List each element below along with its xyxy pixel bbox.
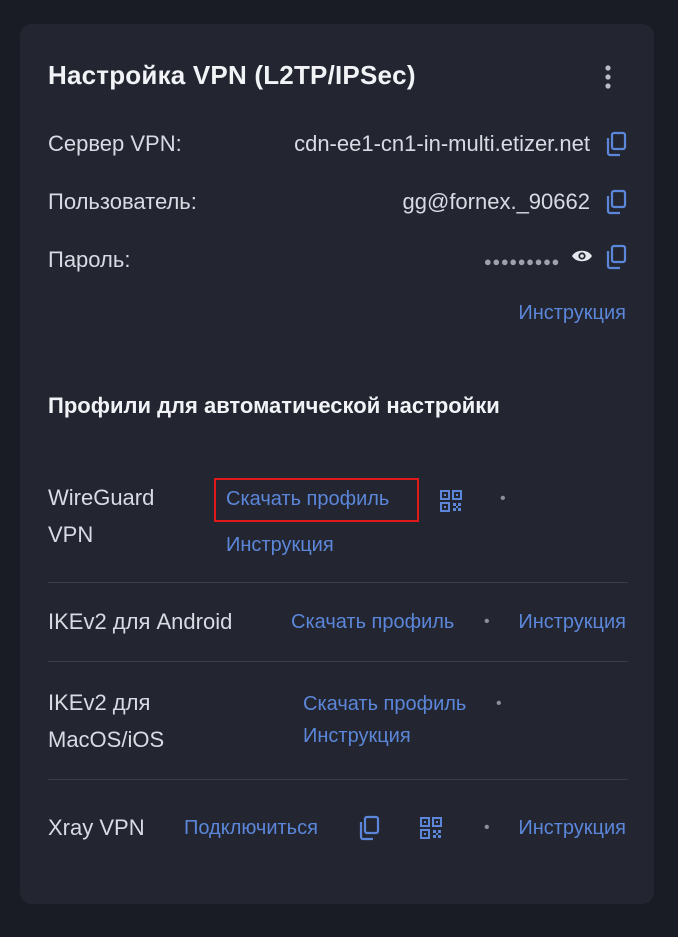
wireguard-instruction-link[interactable]: Инструкция	[226, 534, 334, 557]
divider	[48, 582, 628, 583]
wireguard-download-link[interactable]: Скачать профиль	[226, 488, 389, 511]
qr-code-icon[interactable]	[440, 490, 462, 512]
separator-dot: •	[484, 819, 490, 836]
xray-instruction-link[interactable]: Инструкция	[518, 817, 626, 840]
server-value: cdn-ee1-cn1-in-multi.etizer.net	[294, 131, 590, 156]
ikev2-macos-download-link[interactable]: Скачать профиль	[303, 693, 466, 716]
wireguard-name-line1: WireGuard	[48, 485, 155, 510]
copy-icon[interactable]	[604, 131, 628, 157]
ikev2-android-instruction-link[interactable]: Инструкция	[518, 611, 626, 634]
user-value: gg@fornex._90662	[402, 189, 590, 214]
copy-icon[interactable]	[604, 244, 628, 270]
divider	[48, 661, 628, 662]
ikev2-macos-name-line2: MacOS/iOS	[48, 727, 165, 752]
profiles-heading: Профили для автоматической настройки	[48, 393, 500, 418]
ikev2-android-name: IKEv2 для Android	[48, 609, 233, 634]
xray-connect-link[interactable]: Подключиться	[184, 817, 318, 840]
vpn-settings-card: Настройка VPN (L2TP/IPSec) Сервер VPN: c…	[20, 24, 654, 904]
password-value: ●●●●●●●●●	[483, 254, 560, 269]
separator-dot: •	[484, 613, 490, 630]
user-label: Пользователь:	[48, 189, 197, 214]
ikev2-macos-instruction-link[interactable]: Инструкция	[303, 725, 411, 748]
divider	[48, 779, 628, 780]
ikev2-macos-name-line1: IKEv2 для	[48, 690, 151, 715]
page-title: Настройка VPN (L2TP/IPSec)	[48, 60, 416, 90]
copy-icon[interactable]	[357, 815, 381, 841]
wireguard-name-line2: VPN	[48, 522, 94, 547]
separator-dot: •	[496, 695, 502, 712]
eye-icon[interactable]	[571, 248, 593, 264]
credentials-instruction-link[interactable]: Инструкция	[518, 302, 626, 325]
server-label: Сервер VPN:	[48, 131, 182, 156]
xray-name: Xray VPN	[48, 815, 145, 840]
qr-code-icon[interactable]	[420, 817, 442, 839]
password-label: Пароль:	[48, 247, 131, 272]
separator-dot: •	[500, 490, 506, 507]
ikev2-android-download-link[interactable]: Скачать профиль	[291, 611, 454, 634]
copy-icon[interactable]	[604, 189, 628, 215]
more-vertical-icon[interactable]	[602, 64, 614, 90]
